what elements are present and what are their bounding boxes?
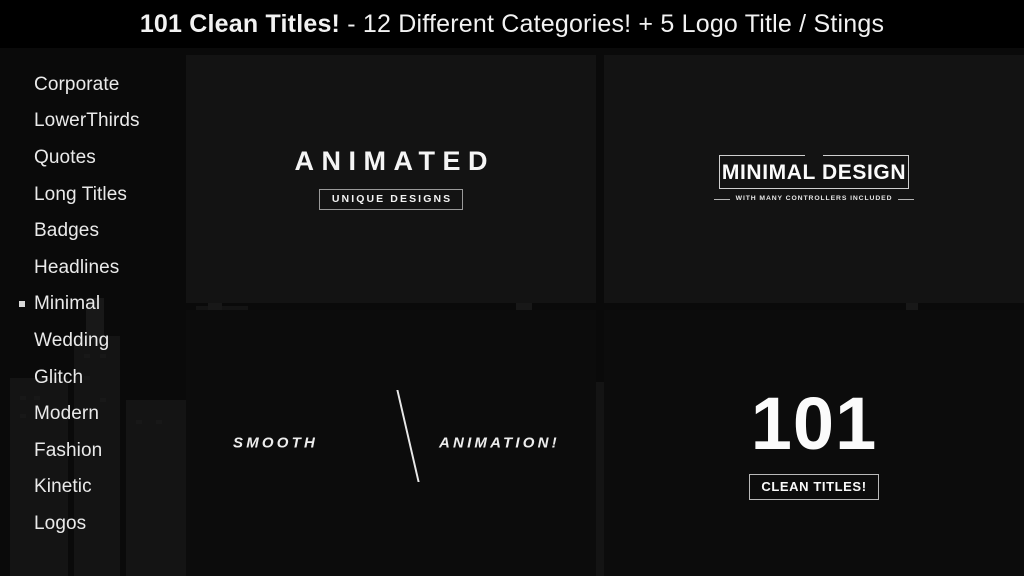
selected-bullet-icon [19,300,25,307]
sidebar-item-label: Long Titles [34,183,127,205]
sidebar-item-long-titles[interactable]: Long Titles [0,176,186,213]
sidebar-item-fashion[interactable]: Fashion [0,432,186,469]
sidebar-item-label: Headlines [34,256,120,278]
sidebar-item-label: Modern [34,403,100,425]
sidebar-item-quotes[interactable]: Quotes [0,139,186,176]
sidebar-item-corporate[interactable]: Corporate [0,66,186,103]
minimal-design-subtitle-text: WITH MANY CONTROLLERS INCLUDED [735,195,893,203]
sidebar-item-modern[interactable]: Modern [0,395,186,432]
sidebar-item-wedding[interactable]: Wedding [0,322,186,359]
animated-subtitle-box: UNIQUE DESIGNS [318,188,464,211]
preview-panel-minimal-design[interactable]: MINIMAL DESIGN WITH MANY CONTROLLERS INC… [604,55,1024,303]
sidebar-item-logos[interactable]: Logos [0,505,186,542]
minimal-design-subtitle-row: WITH MANY CONTROLLERS INCLUDED [714,195,915,203]
minimal-design-title-box: MINIMAL DESIGN [719,154,909,190]
category-sidebar: Corporate LowerThirds Quotes Long Titles… [0,48,186,576]
sidebar-item-badges[interactable]: Badges [0,212,186,249]
header-bar: 101 Clean Titles! - 12 Different Categor… [0,0,1024,48]
sidebar-item-label: Wedding [34,329,110,351]
page-title-rest: - 12 Different Categories! + 5 Logo Titl… [340,9,885,38]
sidebar-item-label: Fashion [34,439,103,461]
sidebar-item-label: Kinetic [34,476,92,498]
sidebar-item-lowerthirds[interactable]: LowerThirds [0,103,186,140]
smooth-word-right: ANIMATION! [439,434,560,452]
animated-subtitle-text: UNIQUE DESIGNS [331,192,453,205]
smooth-word-left: SMOOTH [233,434,319,452]
animated-title-text: ANIMATED [294,145,495,176]
minimal-design-title-text: MINIMAL DESIGN [721,160,907,184]
sidebar-item-label: Glitch [34,366,84,388]
sidebar-item-label: Quotes [34,146,96,168]
preview-panel-smooth-animation[interactable]: SMOOTH ANIMATION! [186,310,596,576]
diagonal-slash-icon [396,390,420,482]
app-root: 101 Clean Titles! - 12 Different Categor… [0,0,1024,576]
preview-content-minimal-design: MINIMAL DESIGN WITH MANY CONTROLLERS INC… [604,55,1024,303]
clean-titles-subtitle-text: CLEAN TITLES! [761,478,867,494]
page-title-strong: 101 Clean Titles! [139,9,341,38]
sidebar-item-label: Corporate [34,73,120,95]
title-box-notch [805,154,823,159]
sidebar-item-label: LowerThirds [34,110,140,132]
sidebar-item-minimal[interactable]: Minimal [0,286,186,323]
sidebar-item-label: Badges [34,220,100,242]
smooth-animation-lockup: SMOOTH ANIMATION! [221,388,561,498]
sidebar-item-glitch[interactable]: Glitch [0,359,186,396]
preview-content-animated: ANIMATED UNIQUE DESIGNS [186,55,596,303]
preview-content-smooth-animation: SMOOTH ANIMATION! [186,310,596,576]
preview-grid: ANIMATED UNIQUE DESIGNS MINIMAL DESIGN W… [186,55,1024,576]
clean-titles-count: 101 [750,381,878,465]
rule-left [714,198,730,200]
rule-right [898,198,915,200]
sidebar-item-label: Logos [34,512,87,534]
preview-content-clean-titles: 101 CLEAN TITLES! [604,310,1024,576]
sidebar-item-label: Minimal [34,293,101,315]
page-title: 101 Clean Titles! - 12 Different Categor… [139,9,885,38]
clean-titles-subtitle-box: CLEAN TITLES! [749,473,879,500]
sidebar-item-headlines[interactable]: Headlines [0,249,186,286]
preview-panel-clean-titles[interactable]: 101 CLEAN TITLES! [604,310,1024,576]
minimal-design-lockup: MINIMAL DESIGN WITH MANY CONTROLLERS INC… [714,154,915,203]
preview-panel-animated[interactable]: ANIMATED UNIQUE DESIGNS [186,55,596,303]
sidebar-item-kinetic[interactable]: Kinetic [0,469,186,506]
